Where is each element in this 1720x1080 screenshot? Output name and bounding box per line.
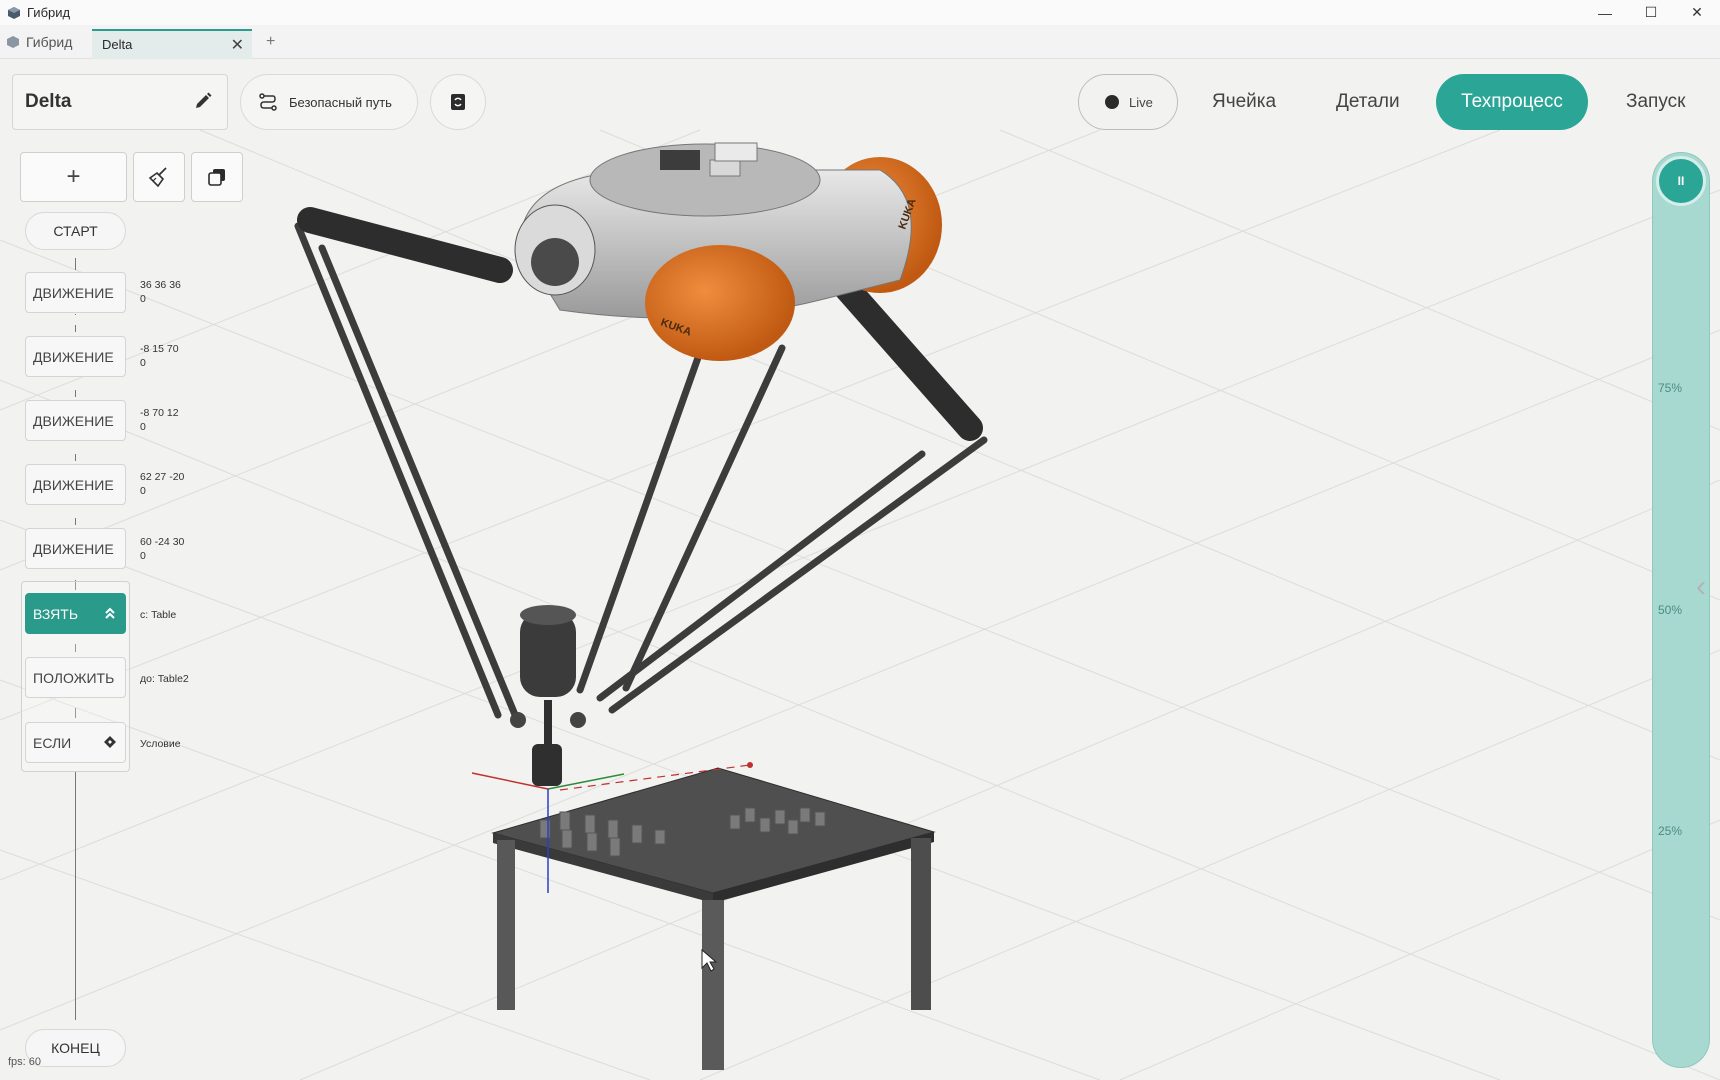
flow-connector bbox=[75, 390, 76, 397]
sync-button[interactable] bbox=[430, 74, 486, 130]
add-step-button[interactable]: + bbox=[20, 152, 127, 202]
flow-connector bbox=[75, 772, 76, 1020]
param-line: 0 bbox=[140, 357, 146, 369]
home-logo-icon bbox=[7, 35, 19, 48]
param-line: 0 bbox=[140, 550, 146, 562]
add-tab-button[interactable]: + bbox=[266, 33, 275, 51]
step-pick-label: ВЗЯТЬ bbox=[33, 605, 79, 622]
clean-button[interactable] bbox=[133, 152, 185, 202]
nav-launch[interactable]: Запуск bbox=[1626, 74, 1685, 130]
param-line: 62 27 -20 bbox=[140, 471, 185, 483]
speed-tick-50: 50% bbox=[1658, 603, 1683, 617]
step-if[interactable]: ЕСЛИ bbox=[25, 722, 126, 763]
flow-connector bbox=[75, 518, 76, 525]
step-move-1-params: 36 36 36 0 bbox=[140, 278, 181, 306]
param-line: -8 70 12 bbox=[140, 407, 179, 419]
step-move-2[interactable]: ДВИЖЕНИЕ bbox=[25, 336, 126, 377]
nav-details[interactable]: Детали bbox=[1336, 74, 1400, 130]
step-move-3[interactable]: ДВИЖЕНИЕ bbox=[25, 400, 126, 441]
tab-delta[interactable]: Delta ✕ bbox=[92, 28, 252, 59]
title-bar: Гибрид — ☐ ✕ bbox=[0, 0, 1720, 25]
step-move-4-params: 62 27 -20 0 bbox=[140, 470, 184, 498]
tab-home[interactable]: Гибрид bbox=[0, 34, 92, 50]
speed-tick-25: 25% bbox=[1658, 824, 1683, 838]
collapse-up-icon[interactable] bbox=[103, 606, 117, 620]
tab-bar: Гибрид Delta ✕ + bbox=[0, 25, 1720, 59]
step-pick[interactable]: ВЗЯТЬ bbox=[25, 593, 126, 634]
pause-button[interactable]: II bbox=[1656, 156, 1706, 206]
record-dot-icon bbox=[1105, 95, 1119, 109]
step-move-4[interactable]: ДВИЖЕНИЕ bbox=[25, 464, 126, 505]
step-if-label: ЕСЛИ bbox=[33, 734, 72, 751]
end-effector bbox=[510, 605, 586, 786]
param-line: 60 -24 30 bbox=[140, 536, 185, 548]
tab-delta-label: Delta bbox=[102, 37, 133, 52]
flow-connector bbox=[75, 325, 76, 332]
duplicate-button[interactable] bbox=[191, 152, 243, 202]
copy-icon bbox=[208, 169, 225, 186]
table bbox=[491, 767, 936, 1070]
step-move-1[interactable]: ДВИЖЕНИЕ bbox=[25, 272, 126, 313]
live-label: Live bbox=[1129, 94, 1153, 110]
tab-home-label: Гибрид bbox=[26, 33, 73, 50]
step-move-5-params: 60 -24 30 0 bbox=[140, 535, 184, 563]
flow-connector bbox=[75, 314, 76, 315]
maximize-button[interactable]: ☐ bbox=[1628, 0, 1674, 25]
nav-process[interactable]: Техпроцесс bbox=[1436, 74, 1588, 130]
route-icon bbox=[259, 93, 277, 111]
fps-counter: fps: 60 bbox=[8, 1056, 42, 1068]
broom-icon bbox=[148, 167, 167, 188]
param-line: -8 15 70 bbox=[140, 343, 179, 355]
speed-tick-75: 75% bbox=[1658, 381, 1683, 395]
app-logo-icon bbox=[8, 6, 20, 19]
diamond-icon bbox=[104, 736, 116, 748]
safe-path-label: Безопасный путь bbox=[289, 94, 392, 110]
close-tab-icon[interactable]: ✕ bbox=[231, 35, 244, 55]
step-if-params: Условие bbox=[140, 738, 181, 750]
param-line: 0 bbox=[140, 485, 146, 497]
param-line: 36 36 36 bbox=[140, 279, 181, 291]
chevron-left-icon[interactable]: ‹ bbox=[1696, 570, 1706, 604]
step-place-params: до: Table2 bbox=[140, 673, 189, 685]
live-toggle[interactable]: Live bbox=[1078, 74, 1178, 130]
flow-connector bbox=[75, 258, 76, 270]
start-node[interactable]: СТАРТ bbox=[25, 212, 126, 250]
step-move-5[interactable]: ДВИЖЕНИЕ bbox=[25, 528, 126, 569]
flow-connector bbox=[75, 454, 76, 461]
step-move-2-params: -8 15 70 0 bbox=[140, 342, 179, 370]
project-name: Delta bbox=[25, 91, 72, 112]
scene-canvas: KUKA KUKA bbox=[0, 129, 1720, 1080]
minimize-button[interactable]: — bbox=[1582, 0, 1628, 25]
sync-icon bbox=[451, 94, 465, 110]
step-move-3-params: -8 70 12 0 bbox=[140, 406, 179, 434]
project-name-box[interactable]: Delta bbox=[12, 74, 228, 130]
param-line: 0 bbox=[140, 421, 146, 433]
3d-viewport[interactable]: KUKA KUKA bbox=[0, 60, 1720, 1080]
safe-path-button[interactable]: Безопасный путь bbox=[240, 74, 418, 130]
close-window-button[interactable]: ✕ bbox=[1674, 0, 1720, 25]
window-title: Гибрид bbox=[27, 5, 71, 20]
step-place[interactable]: ПОЛОЖИТЬ bbox=[25, 657, 126, 698]
nav-cell[interactable]: Ячейка bbox=[1212, 74, 1276, 130]
step-pick-params: с: Table bbox=[140, 609, 177, 621]
param-line: 0 bbox=[140, 293, 146, 305]
pencil-icon[interactable] bbox=[193, 91, 213, 111]
